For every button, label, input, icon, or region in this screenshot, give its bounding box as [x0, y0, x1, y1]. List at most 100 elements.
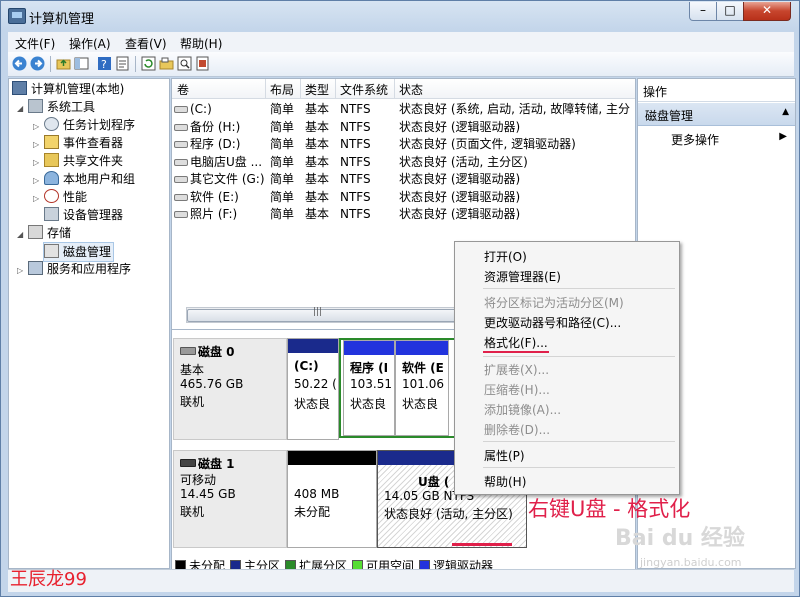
column-filesystem[interactable]: 文件系统 — [340, 81, 388, 98]
title-bar[interactable]: 计算机管理 – □ ✕ — [1, 1, 799, 31]
table-row[interactable]: 电脑店U盘 ... 简单 基本 NTFS 状态良好 (活动, 主分区) — [172, 153, 635, 171]
table-cell-layout: 简单 — [270, 207, 295, 221]
volume-icon — [174, 193, 188, 201]
disk-management-icon — [44, 244, 59, 258]
export-icon[interactable] — [195, 56, 210, 71]
table-row[interactable]: 备份 (H:) 简单 基本 NTFS 状态良好 (逻辑驱动器) — [172, 118, 635, 136]
table-cell-layout: 简单 — [270, 154, 295, 169]
menu-format[interactable]: 格式化(F)... — [484, 334, 548, 351]
column-type[interactable]: 类型 — [305, 81, 329, 98]
tree-item-system-tools[interactable]: ◢ 系统工具 — [17, 98, 95, 116]
status-bar — [8, 569, 794, 592]
author-watermark: 王辰龙99 — [10, 569, 87, 590]
partition-unallocated[interactable]: 408 MB 未分配 — [287, 450, 377, 548]
collapse-arrow-icon[interactable]: ◢ — [17, 226, 26, 244]
tree-item-task-scheduler[interactable]: ▷ 任务计划程序 — [33, 116, 135, 134]
table-cell-name: 备份 (H:) — [190, 119, 241, 134]
disk-0-label[interactable]: 磁盘 0 基本 465.76 GB 联机 — [173, 338, 287, 440]
expand-arrow-icon[interactable]: ▷ — [17, 262, 26, 280]
menu-properties[interactable]: 属性(P) — [484, 447, 525, 464]
expand-arrow-icon[interactable]: ▷ — [33, 190, 42, 208]
tree-item-storage[interactable]: ◢ 存储 — [17, 224, 71, 242]
refresh-icon[interactable] — [141, 56, 156, 71]
menu-help[interactable]: 帮助(H) — [484, 473, 526, 490]
table-row[interactable]: 软件 (E:) 简单 基本 NTFS 状态良好 (逻辑驱动器) — [172, 188, 635, 206]
up-folder-icon[interactable] — [56, 56, 71, 71]
close-button[interactable]: ✕ — [743, 2, 791, 21]
tree-item-event-viewer[interactable]: ▷ 事件查看器 — [33, 134, 123, 152]
column-volume[interactable]: 卷 — [177, 81, 189, 98]
table-cell-fs: NTFS — [340, 172, 371, 186]
tree-item-shared-folders[interactable]: ▷ 共享文件夹 — [33, 152, 123, 170]
tree-item-performance[interactable]: ▷ 性能 — [33, 188, 87, 206]
menu-extend-volume: 扩展卷(X)... — [484, 363, 550, 377]
maximize-button[interactable]: □ — [716, 2, 744, 21]
toolbar: ? — [8, 52, 794, 77]
partition-c[interactable]: (C:) 50.22 ( 状态良 — [287, 338, 339, 440]
window-title: 计算机管理 — [29, 12, 95, 27]
properties-icon[interactable] — [115, 56, 130, 71]
partition-d[interactable]: 程序 (I 103.51 状态良 — [343, 340, 395, 436]
menu-file[interactable]: 文件(F) — [15, 35, 55, 52]
forward-arrow-icon[interactable] — [30, 56, 45, 71]
disk-1-label[interactable]: 磁盘 1 可移动 14.45 GB 联机 — [173, 450, 287, 548]
table-row[interactable]: 程序 (D:) 简单 基本 NTFS 状态良好 (页面文件, 逻辑驱动器) — [172, 135, 635, 153]
table-cell-status: 状态良好 (系统, 启动, 活动, 故障转储, 主分 — [399, 102, 631, 116]
menu-change-drive-letter[interactable]: 更改驱动器号和路径(C)... — [484, 314, 621, 331]
partition-e[interactable]: 软件 (E 101.06 状态良 — [395, 340, 449, 436]
baidu-watermark: Bai du 经验 — [615, 526, 745, 551]
menu-explorer[interactable]: 资源管理器(E) — [484, 268, 561, 285]
table-cell-type: 基本 — [305, 189, 330, 204]
performance-icon — [44, 189, 59, 203]
device-manager-icon — [44, 207, 59, 221]
column-status[interactable]: 状态 — [399, 81, 423, 98]
legend: 未分配 主分区 扩展分区 可用空间 逻辑驱动器 — [172, 555, 635, 573]
table-cell-fs: NTFS — [340, 154, 371, 169]
menu-action[interactable]: 操作(A) — [69, 35, 111, 52]
open-icon[interactable] — [159, 56, 174, 71]
actions-section-disk-management[interactable]: 磁盘管理 ▲ — [638, 103, 795, 126]
more-actions-item[interactable]: 更多操作 ▶ — [638, 129, 795, 149]
table-cell-type: 基本 — [305, 119, 330, 134]
tree-item-device-manager[interactable]: 设备管理器 — [44, 206, 123, 224]
column-layout[interactable]: 布局 — [270, 81, 294, 98]
menu-open[interactable]: 打开(O) — [484, 248, 527, 265]
disk-icon — [180, 347, 196, 355]
svg-text:?: ? — [101, 58, 107, 71]
volume-list-header: 卷 布局 类型 文件系统 状态 — [172, 79, 635, 99]
table-cell-type: 基本 — [305, 137, 330, 151]
table-cell-name: 其它文件 (G:) — [190, 172, 265, 186]
table-row[interactable]: (C:) 简单 基本 NTFS 状态良好 (系统, 启动, 活动, 故障转储, 主分 — [172, 100, 635, 118]
annotation-text: 右键U盘 - 格式化 — [528, 497, 691, 521]
tree-item-disk-management[interactable]: 磁盘管理 — [43, 242, 115, 262]
table-cell-layout: 简单 — [270, 102, 295, 116]
menu-view[interactable]: 查看(V) — [125, 35, 167, 52]
search-icon[interactable] — [177, 56, 192, 71]
table-cell-name: 程序 (D:) — [190, 137, 241, 151]
table-cell-type: 基本 — [305, 207, 330, 221]
services-apps-icon — [28, 261, 43, 275]
disk-icon — [180, 459, 196, 467]
collapse-up-icon[interactable]: ▲ — [782, 107, 789, 117]
collapse-arrow-icon[interactable]: ◢ — [17, 100, 26, 118]
tree-item-services-apps[interactable]: ▷ 服务和应用程序 — [17, 260, 131, 278]
table-row[interactable]: 其它文件 (G:) 简单 基本 NTFS 状态良好 (逻辑驱动器) — [172, 170, 635, 188]
menu-mark-active: 将分区标记为活动分区(M) — [484, 296, 624, 310]
table-row[interactable]: 照片 (F:) 简单 基本 NTFS 状态良好 (逻辑驱动器) — [172, 205, 635, 223]
tree-item-local-users[interactable]: ▷ 本地用户和组 — [33, 170, 135, 188]
scrollbar-thumb[interactable]: ||| — [187, 307, 459, 322]
help-icon[interactable]: ? — [97, 56, 112, 71]
shared-folders-icon — [44, 153, 59, 167]
table-cell-layout: 简单 — [270, 119, 295, 134]
show-hide-tree-icon[interactable] — [74, 56, 89, 71]
table-cell-fs: NTFS — [340, 137, 371, 151]
minimize-button[interactable]: – — [689, 2, 717, 21]
back-arrow-icon[interactable] — [12, 56, 27, 71]
event-viewer-icon — [44, 135, 59, 149]
volume-icon — [174, 123, 188, 131]
menu-help[interactable]: 帮助(H) — [180, 35, 222, 52]
table-cell-status: 状态良好 (逻辑驱动器) — [399, 172, 521, 186]
menu-add-mirror: 添加镜像(A)... — [484, 403, 562, 417]
menu-delete-volume: 删除卷(D)... — [484, 423, 551, 437]
tree-item-computer-management[interactable]: 计算机管理(本地) — [12, 80, 124, 98]
